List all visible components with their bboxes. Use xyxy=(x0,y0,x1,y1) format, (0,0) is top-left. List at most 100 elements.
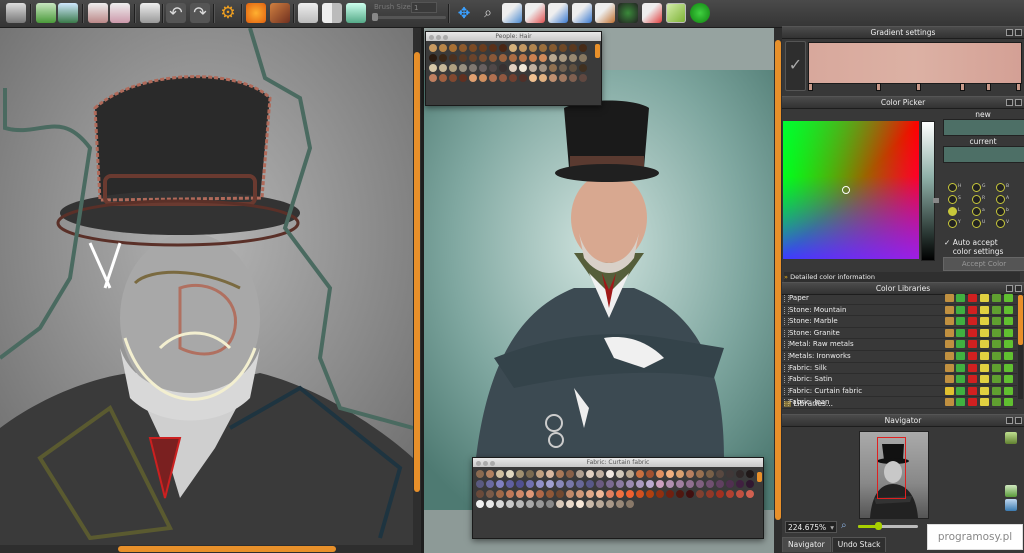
navigator-header[interactable]: Navigator xyxy=(782,414,1024,427)
color-swatch[interactable] xyxy=(509,74,517,82)
color-swatch[interactable] xyxy=(556,470,564,478)
value-strip[interactable] xyxy=(921,121,935,261)
color-swatch[interactable] xyxy=(469,54,477,62)
delete-icon[interactable] xyxy=(968,317,977,326)
color-swatch[interactable] xyxy=(546,500,554,508)
accept-color-button[interactable]: Accept Color xyxy=(943,257,1024,271)
undo-stack-icon[interactable] xyxy=(88,3,108,23)
color-swatch[interactable] xyxy=(529,64,537,72)
color-swatch[interactable] xyxy=(596,490,604,498)
color-swatch[interactable] xyxy=(479,74,487,82)
panel-float-button[interactable] xyxy=(1006,29,1013,36)
palette-open-icon[interactable] xyxy=(945,317,954,326)
undo-icon[interactable]: ↶ xyxy=(166,3,186,23)
swatch-view-icon[interactable] xyxy=(980,317,989,326)
color-swatch[interactable] xyxy=(469,74,477,82)
navigator-viewport-rect[interactable] xyxy=(877,437,906,499)
panel-close-button[interactable] xyxy=(1015,285,1022,292)
color-swatch[interactable] xyxy=(516,500,524,508)
palette-open-icon[interactable] xyxy=(945,375,954,384)
color-swatch[interactable] xyxy=(606,470,614,478)
color-swatch[interactable] xyxy=(726,470,734,478)
color-swatch[interactable] xyxy=(449,54,457,62)
down-arrow-icon[interactable] xyxy=(956,340,965,349)
color-swatch[interactable] xyxy=(566,500,574,508)
down-arrow-icon[interactable] xyxy=(956,375,965,384)
settings-gear-icon[interactable]: ⚙ xyxy=(218,3,238,23)
color-swatch[interactable] xyxy=(559,44,567,52)
palette-window-title[interactable]: People: Hair xyxy=(426,32,601,41)
apply-icon[interactable] xyxy=(1004,317,1013,326)
brush-size-input[interactable] xyxy=(411,2,437,13)
green-run-icon[interactable] xyxy=(690,3,710,23)
edit-icon[interactable] xyxy=(992,328,1001,337)
color-swatch[interactable] xyxy=(676,470,684,478)
color-swatch[interactable] xyxy=(606,480,614,488)
harmony-dot[interactable] xyxy=(948,207,957,216)
color-swatch[interactable] xyxy=(579,64,587,72)
color-swatch[interactable] xyxy=(529,74,537,82)
apply-icon[interactable] xyxy=(1004,375,1013,384)
color-swatch[interactable] xyxy=(536,470,544,478)
panel-float-button[interactable] xyxy=(1006,99,1013,106)
color-swatch[interactable] xyxy=(616,470,624,478)
color-swatch[interactable] xyxy=(666,480,674,488)
gradient-stop[interactable] xyxy=(916,83,921,91)
color-swatch[interactable] xyxy=(656,470,664,478)
color-swatch[interactable] xyxy=(479,44,487,52)
source-horizontal-scrollbar-thumb[interactable] xyxy=(118,546,336,552)
single-view-icon[interactable] xyxy=(298,3,318,23)
delete-icon[interactable] xyxy=(968,340,977,349)
color-swatch[interactable] xyxy=(676,490,684,498)
color-swatch[interactable] xyxy=(656,490,664,498)
color-swatch[interactable] xyxy=(476,480,484,488)
window-controls[interactable] xyxy=(476,460,497,469)
color-swatch[interactable] xyxy=(696,490,704,498)
hair-swatch-grid[interactable] xyxy=(426,41,601,85)
color-swatch[interactable] xyxy=(429,64,437,72)
color-swatch[interactable] xyxy=(559,64,567,72)
color-swatch[interactable] xyxy=(646,480,654,488)
down-arrow-icon[interactable] xyxy=(956,294,965,302)
color-swatch[interactable] xyxy=(596,480,604,488)
refresh-icon[interactable] xyxy=(346,3,366,23)
color-swatch[interactable] xyxy=(736,470,744,478)
pen3-icon[interactable] xyxy=(548,3,568,23)
eraser-icon[interactable] xyxy=(642,3,662,23)
color-swatch[interactable] xyxy=(726,490,734,498)
harmony-dot[interactable] xyxy=(996,219,1005,228)
palette-open-icon[interactable] xyxy=(945,386,954,395)
color-swatch[interactable] xyxy=(569,64,577,72)
color-swatch[interactable] xyxy=(576,470,584,478)
color-swatch[interactable] xyxy=(706,470,714,478)
color-swatch[interactable] xyxy=(686,480,694,488)
color-swatch[interactable] xyxy=(529,44,537,52)
color-swatch[interactable] xyxy=(549,64,557,72)
color-swatch[interactable] xyxy=(636,490,644,498)
library-row[interactable]: Fabric: Curtain fabric xyxy=(782,386,1017,398)
color-swatch[interactable] xyxy=(526,480,534,488)
butterfly-icon[interactable] xyxy=(246,3,266,23)
color-swatch[interactable] xyxy=(556,480,564,488)
apply-icon[interactable] xyxy=(1004,386,1013,395)
split-view-icon[interactable] xyxy=(322,3,342,23)
library-row[interactable]: Fabric: Silk xyxy=(782,363,1017,375)
print-icon[interactable] xyxy=(140,3,160,23)
gradient-stop[interactable] xyxy=(876,83,881,91)
edit-icon[interactable] xyxy=(992,317,1001,326)
apply-icon[interactable] xyxy=(1004,328,1013,337)
color-swatch[interactable] xyxy=(586,470,594,478)
curtain-swatch-grid[interactable] xyxy=(473,467,763,511)
library-row[interactable]: Stone: Mountain xyxy=(782,305,1017,317)
color-swatch[interactable] xyxy=(476,470,484,478)
swatch-view-icon[interactable] xyxy=(980,363,989,372)
down-arrow-icon[interactable] xyxy=(956,351,965,360)
panel-float-button[interactable] xyxy=(1006,285,1013,292)
pen-icon[interactable] xyxy=(502,3,522,23)
navigator-fit-icon[interactable] xyxy=(1005,432,1017,444)
color-swatch[interactable] xyxy=(716,480,724,488)
brush-size-slider[interactable] xyxy=(374,16,446,19)
apply-icon[interactable] xyxy=(1004,351,1013,360)
tab-undo-stack[interactable]: Undo Stack xyxy=(831,537,887,552)
color-swatch[interactable] xyxy=(539,64,547,72)
